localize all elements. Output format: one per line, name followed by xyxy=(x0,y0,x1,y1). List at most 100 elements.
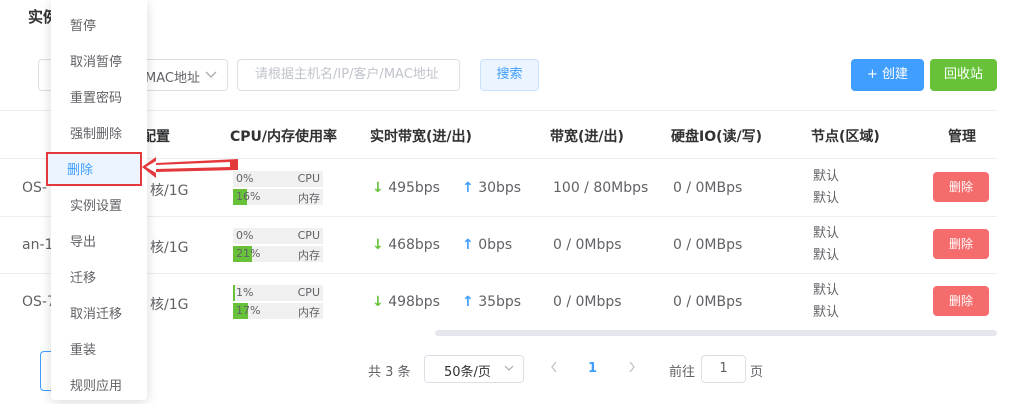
arrow-down-icon: ↓ xyxy=(372,237,384,253)
header-disk-io: 硬盘IO(读/写) xyxy=(671,129,763,145)
node-cell: 默认 默认 xyxy=(813,280,839,324)
page-size-value: 50条/页 xyxy=(444,365,491,380)
cpu-usage-bar: 0% CPU xyxy=(233,228,323,244)
cpu-usage-bar: 0% CPU xyxy=(233,171,323,187)
menu-item-unpause[interactable]: 取消暂停 xyxy=(51,46,147,80)
menu-item-delete[interactable]: 删除 xyxy=(46,152,142,186)
row-divider xyxy=(0,216,997,217)
prev-page-icon[interactable] xyxy=(549,360,559,378)
config-cell: 核/1G xyxy=(150,240,189,256)
header-manage: 管理 xyxy=(948,129,976,145)
menu-item-force-delete[interactable]: 强制删除 xyxy=(51,118,147,152)
instance-name: an-1 xyxy=(22,237,54,253)
header-cpu-mem: CPU/内存使用率 xyxy=(230,129,338,145)
search-button[interactable]: 搜索 xyxy=(480,59,539,91)
bandwidth-in: ↓ 498bps xyxy=(372,294,440,310)
region-name: 默认 xyxy=(813,191,840,206)
create-button[interactable]: + 创建 xyxy=(851,59,924,91)
bandwidth-in-value: 495bps xyxy=(388,180,440,196)
table-horizontal-scrollbar[interactable] xyxy=(435,330,997,336)
create-button-label: 创建 xyxy=(882,67,909,82)
search-input-wrapper[interactable] xyxy=(237,59,460,91)
bandwidth-in: ↓ 495bps xyxy=(372,180,440,196)
node-name: 默认 xyxy=(813,169,840,184)
bandwidth-out: ↑ 30bps xyxy=(462,180,521,196)
delete-button[interactable]: 删除 xyxy=(933,172,989,202)
arrow-down-icon: ↓ xyxy=(372,294,384,310)
menu-item-reset-password[interactable]: 重置密码 xyxy=(51,82,147,116)
delete-button[interactable]: 删除 xyxy=(933,286,989,316)
bandwidth-in-value: 498bps xyxy=(388,294,440,310)
bandwidth-out: ↑ 0bps xyxy=(462,237,512,253)
node-name: 默认 xyxy=(813,283,840,298)
arrow-up-icon: ↑ xyxy=(462,294,474,310)
disk-io-cell: 0 / 0MBps xyxy=(673,294,743,310)
bandwidth-out: ↑ 35bps xyxy=(462,294,521,310)
delete-button[interactable]: 删除 xyxy=(933,229,989,259)
menu-item-instance-settings[interactable]: 实例设置 xyxy=(51,190,147,224)
cpu-label: CPU xyxy=(297,172,320,185)
mac-filter-value: MAC地址 xyxy=(145,71,200,86)
bandwidth-out-value: 30bps xyxy=(478,180,522,196)
cpu-label: CPU xyxy=(297,229,320,242)
menu-item-export[interactable]: 导出 xyxy=(51,226,147,260)
mem-usage-percent: 21% xyxy=(236,247,261,260)
mem-usage-bar: 17% 内存 xyxy=(233,303,323,319)
cpu-usage-fill xyxy=(233,285,235,301)
config-cell: 核/1G xyxy=(150,297,189,313)
goto-page-input[interactable]: 1 xyxy=(701,355,746,383)
header-bandwidth: 带宽(进/出) xyxy=(550,129,624,145)
arrow-up-icon: ↑ xyxy=(462,237,474,253)
mem-usage-bar: 16% 内存 xyxy=(233,189,323,205)
cpu-usage-percent: 0% xyxy=(236,229,254,242)
mem-label: 内存 xyxy=(298,249,320,262)
region-name: 默认 xyxy=(813,305,840,320)
cpu-label: CPU xyxy=(297,286,320,299)
bandwidth-cell: 100 / 80Mbps xyxy=(553,180,649,196)
batch-action-button[interactable] xyxy=(40,351,51,391)
plus-icon: + xyxy=(866,67,878,82)
search-input[interactable] xyxy=(253,66,457,83)
instance-actions-menu: 暂停 取消暂停 重置密码 强制删除 删除 实例设置 导出 迁移 取消迁移 重装 … xyxy=(46,0,147,400)
node-cell: 默认 默认 xyxy=(813,166,839,210)
header-node: 节点(区域) xyxy=(811,129,880,145)
bandwidth-in-value: 468bps xyxy=(388,237,440,253)
mem-label: 内存 xyxy=(298,192,320,205)
bandwidth-cell: 0 / 0Mbps xyxy=(553,237,622,253)
page-size-select[interactable]: 50条/页 xyxy=(424,355,524,383)
arrow-down-icon: ↓ xyxy=(372,180,384,196)
chevron-down-icon xyxy=(504,362,514,379)
mem-label: 内存 xyxy=(298,306,320,319)
pagination-total: 共 3 条 xyxy=(368,365,411,380)
menu-item-migrate[interactable]: 迁移 xyxy=(51,262,147,296)
arrow-up-icon: ↑ xyxy=(462,180,474,196)
mem-usage-percent: 16% xyxy=(236,190,261,203)
mem-usage-bar: 21% 内存 xyxy=(233,246,323,262)
bandwidth-cell: 0 / 0Mbps xyxy=(553,294,622,310)
row-divider xyxy=(0,273,997,274)
page-number-current[interactable]: 1 xyxy=(588,361,597,376)
header-realtime-bandwidth: 实时带宽(进/出) xyxy=(370,129,472,145)
page-suffix: 页 xyxy=(750,365,764,380)
next-page-icon[interactable] xyxy=(627,360,637,378)
instance-name: OS- xyxy=(22,180,47,196)
annotation-arrow-icon xyxy=(142,157,238,178)
menu-item-reinstall[interactable]: 重装 xyxy=(51,334,147,368)
node-cell: 默认 默认 xyxy=(813,223,839,267)
chevron-down-icon xyxy=(205,65,217,88)
bandwidth-out-value: 35bps xyxy=(478,294,522,310)
goto-label: 前往 xyxy=(669,365,696,380)
menu-item-cancel-migrate[interactable]: 取消迁移 xyxy=(51,298,147,332)
region-name: 默认 xyxy=(813,248,840,263)
cpu-usage-percent: 1% xyxy=(236,286,254,299)
menu-item-pause[interactable]: 暂停 xyxy=(51,10,147,44)
cpu-usage-bar: 1% CPU xyxy=(233,285,323,301)
node-name: 默认 xyxy=(813,226,840,241)
bandwidth-in: ↓ 468bps xyxy=(372,237,440,253)
disk-io-cell: 0 / 0MBps xyxy=(673,180,743,196)
disk-io-cell: 0 / 0MBps xyxy=(673,237,743,253)
recycle-bin-button[interactable]: 回收站 xyxy=(930,59,997,91)
table-top-border xyxy=(0,110,997,111)
mem-usage-percent: 17% xyxy=(236,304,261,317)
menu-item-apply-rules[interactable]: 规则应用 xyxy=(51,370,147,404)
